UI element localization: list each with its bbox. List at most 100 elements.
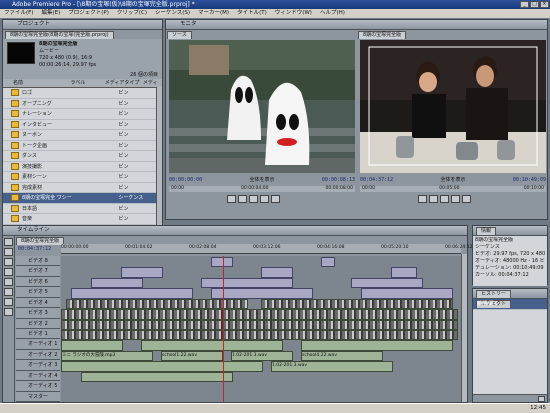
video-clip[interactable]	[61, 330, 458, 341]
source-timecode-current[interactable]: 00:00:00:00	[169, 177, 202, 183]
video-clip[interactable]	[91, 277, 143, 289]
selection-tool-icon[interactable]	[4, 238, 13, 246]
project-item[interactable]: 完成素材 ビン	[3, 183, 157, 193]
timeline-sequence-tab[interactable]: 8期の宝塚完全版	[16, 237, 65, 245]
audio-track-header[interactable]: オーディオ 1	[16, 339, 60, 350]
audio-clip[interactable]: school1.22.wav	[161, 350, 223, 362]
video-clip[interactable]	[66, 298, 248, 310]
project-item[interactable]: ナレーション ビン	[3, 109, 157, 120]
track-select-tool-icon[interactable]	[4, 248, 13, 256]
timeline-current-timecode[interactable]: 00:04:37:12	[18, 246, 51, 252]
project-item[interactable]: 演技撮影 ビン	[3, 162, 157, 172]
menu-title[interactable]: タイトル(T)	[237, 9, 267, 18]
info-tab[interactable]: 情報	[476, 227, 497, 235]
video-track-header[interactable]: ビデオ 3	[16, 308, 60, 319]
audio-clip[interactable]: ミニ ラジオの大冒険.mp3	[61, 350, 153, 362]
video-clip[interactable]	[71, 288, 193, 299]
program-step-back-icon[interactable]	[418, 195, 427, 203]
source-time-ruler[interactable]: 00:00 00:00:04:00 00:00:08:00	[169, 186, 355, 192]
razor-tool-icon[interactable]	[4, 268, 13, 276]
source-insert-icon[interactable]	[271, 195, 280, 203]
audio-clip[interactable]: 1.02-201.3.wav	[231, 350, 293, 362]
program-tab[interactable]: 8期の宝塚完全版	[358, 31, 407, 39]
audio-track-header[interactable]: オーディオ 4	[16, 370, 60, 382]
timeline-ruler[interactable]: 00:00:00:00 00:01:04:02 00:02:08:04 00:03:1…	[61, 244, 472, 254]
trash-icon[interactable]	[538, 396, 545, 402]
col-label[interactable]: ラベル	[70, 79, 104, 87]
video-track-header[interactable]: ビデオ 4	[16, 297, 60, 309]
source-step-forward-icon[interactable]	[249, 195, 258, 203]
video-clip[interactable]	[61, 319, 458, 330]
video-track-header[interactable]: ビデオ 8	[16, 256, 60, 267]
slip-tool-icon[interactable]	[4, 278, 13, 286]
source-loop-icon[interactable]	[260, 195, 269, 203]
project-item[interactable]: 素材シーン ビン	[3, 172, 157, 183]
program-loop-icon[interactable]	[451, 195, 460, 203]
history-tab[interactable]: ヒストリー	[476, 290, 512, 298]
program-step-forward-icon[interactable]	[440, 195, 449, 203]
zoom-tool-icon[interactable]	[4, 308, 13, 316]
video-track-header[interactable]: ビデオ 5	[16, 287, 60, 298]
project-item[interactable]: ヌーボン ビン	[3, 130, 157, 141]
project-item[interactable]: 日本語 ビン	[3, 204, 157, 214]
project-item[interactable]: ダンス ビン	[3, 151, 157, 162]
project-item[interactable]: トーク企画 ビン	[3, 141, 157, 151]
menu-edit[interactable]: 編集(E)	[41, 9, 60, 18]
program-timecode-current[interactable]: 00:04:37:12	[360, 177, 393, 183]
project-item[interactable]: 8期の宝塚完全 ワシーケンス シーケンス	[3, 193, 157, 204]
col-name[interactable]: 名前	[3, 79, 70, 87]
video-clip[interactable]	[261, 298, 453, 310]
ripple-edit-tool-icon[interactable]	[4, 258, 13, 266]
project-item[interactable]: オープニング ビン	[3, 99, 157, 109]
video-clip[interactable]	[391, 267, 417, 278]
playhead[interactable]	[223, 256, 224, 402]
project-item[interactable]: ロゴ ビン	[3, 88, 157, 99]
menu-clip[interactable]: クリップ(C)	[117, 9, 147, 18]
menu-help[interactable]: ヘルプ(H)	[320, 9, 345, 18]
source-tab[interactable]: ソース	[167, 31, 192, 39]
source-step-back-icon[interactable]	[227, 195, 236, 203]
video-track-header[interactable]: ビデオ 6	[16, 276, 60, 288]
audio-track-header[interactable]: オーディオ 5	[16, 381, 60, 392]
video-clip[interactable]	[261, 267, 293, 278]
video-clip[interactable]	[61, 309, 458, 320]
pen-tool-icon[interactable]	[4, 288, 13, 296]
menu-file[interactable]: ファイル(F)	[4, 9, 33, 18]
audio-clip[interactable]	[81, 371, 233, 383]
audio-clip[interactable]	[141, 340, 283, 351]
program-time-ruler[interactable]: 00:00 00:05:00 00:10:00	[360, 186, 546, 192]
source-zoom-select[interactable]: 全体を表示	[249, 176, 274, 183]
audio-clip[interactable]	[301, 340, 453, 351]
source-play-icon[interactable]	[238, 195, 247, 203]
menu-project[interactable]: プロジェクト(P)	[68, 9, 109, 18]
close-button[interactable]: ×	[540, 1, 549, 8]
minimize-button[interactable]: _	[520, 1, 529, 8]
video-clip[interactable]	[321, 257, 335, 268]
project-item[interactable]: 音楽 ビン	[3, 214, 157, 225]
hand-tool-icon[interactable]	[4, 298, 13, 306]
audio-track-header[interactable]: オーディオ 3	[16, 360, 60, 371]
audio-clip[interactable]	[61, 361, 263, 372]
maximize-button[interactable]: □	[530, 1, 539, 8]
program-lift-icon[interactable]	[462, 195, 471, 203]
track-area[interactable]: ミニ ラジオの大冒険.mp3 school1.22.wav 1.02-201.3.w…	[61, 256, 461, 402]
project-item[interactable]: インタビュー ビン	[3, 120, 157, 130]
project-tab[interactable]: 8期の宝塚完全版(8期の宝塚(完全版.prproj)	[5, 31, 114, 39]
video-track-header[interactable]: ビデオ 2	[16, 318, 60, 329]
program-zoom-select[interactable]: 全体を表示	[440, 176, 465, 183]
audio-clip[interactable]: school4.22.wav	[301, 350, 383, 362]
menu-marker[interactable]: マーカー(M)	[198, 9, 229, 18]
audio-clip[interactable]	[61, 340, 123, 351]
program-play-icon[interactable]	[429, 195, 438, 203]
project-scrollbar[interactable]	[156, 87, 162, 230]
video-clip[interactable]	[351, 277, 423, 289]
menu-window[interactable]: ウィンドウ(W)	[275, 9, 312, 18]
video-clip[interactable]	[121, 267, 163, 278]
menu-sequence[interactable]: シーケンス(S)	[155, 9, 190, 18]
timeline-scrollbar[interactable]	[461, 254, 467, 402]
video-clip[interactable]	[201, 277, 293, 289]
audio-clip[interactable]: 1.02-201.3.wav	[271, 361, 393, 372]
video-track-header[interactable]: ビデオ 7	[16, 266, 60, 277]
col-media-type[interactable]: メディアタイプ	[105, 79, 143, 87]
audio-track-header[interactable]: マスター	[16, 391, 60, 402]
